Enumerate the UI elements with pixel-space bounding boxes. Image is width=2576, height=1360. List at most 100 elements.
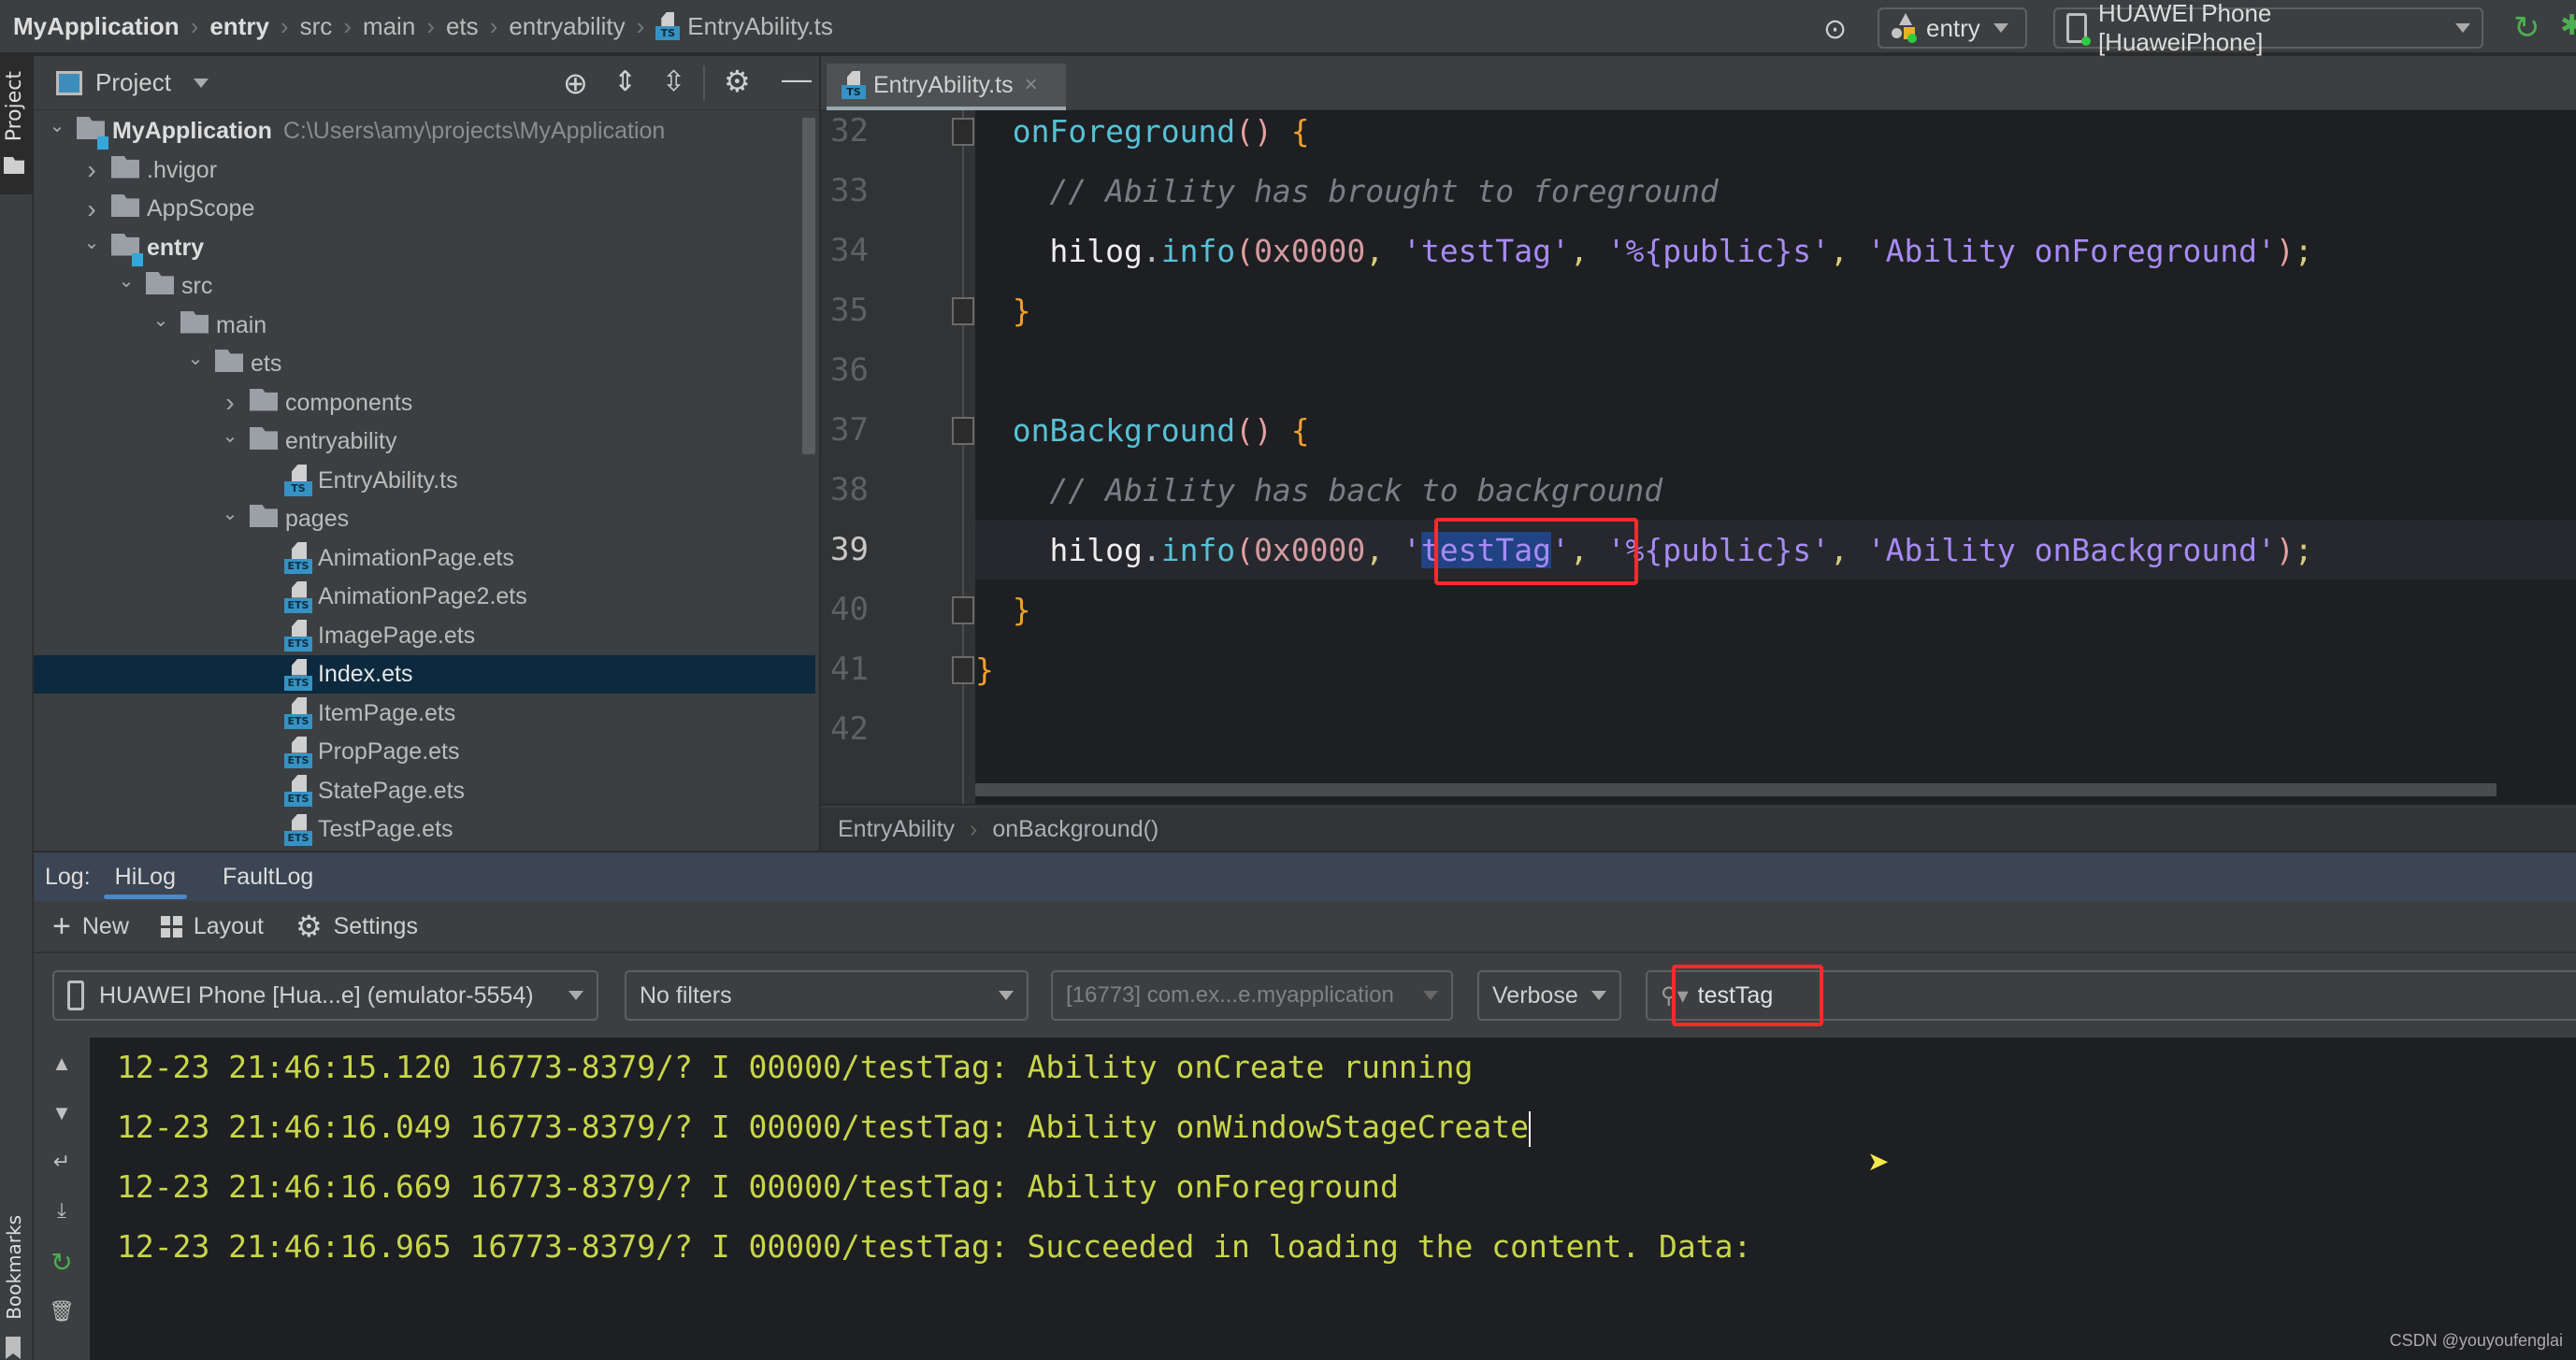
- line-number: 35: [830, 292, 869, 329]
- chevron-down-icon[interactable]: ⌄: [116, 269, 137, 293]
- code-line[interactable]: onBackground() {: [975, 400, 2576, 460]
- log-line[interactable]: 12-23 21:46:16.669 16773-8379/? I 00000/…: [117, 1168, 1399, 1205]
- breadcrumb-label: entryability: [509, 11, 626, 40]
- bookmark-icon[interactable]: [6, 1337, 21, 1359]
- log-line[interactable]: 12-23 21:46:16.965 16773-8379/? I 00000/…: [117, 1228, 1751, 1265]
- tree-item[interactable]: › components: [34, 384, 815, 422]
- module-badge: [97, 136, 108, 150]
- soft-wrap-icon[interactable]: ↵: [49, 1150, 75, 1174]
- tree-item[interactable]: ETS AnimationPage.ets: [34, 539, 815, 578]
- tree-item[interactable]: ⌄ src: [34, 267, 815, 306]
- tree-item[interactable]: ETS ImagePage.ets: [34, 617, 815, 655]
- fold-collapse-icon[interactable]: [952, 118, 974, 146]
- breadcrumb-item[interactable]: ets: [446, 12, 479, 41]
- code-line[interactable]: [975, 340, 2576, 400]
- bookmarks-tool-label[interactable]: Bookmarks: [3, 1215, 25, 1320]
- scroll-down-icon[interactable]: ▼: [49, 1101, 75, 1125]
- restart-icon[interactable]: ↻: [49, 1247, 75, 1278]
- tree-item[interactable]: › .hvigor: [34, 151, 815, 190]
- tree-scrollbar[interactable]: [802, 118, 815, 454]
- device-select[interactable]: HUAWEI Phone [HuaweiPhone]: [2053, 0, 2483, 56]
- tree-item[interactable]: TS EntryAbility.ts: [34, 462, 815, 500]
- log-filter-row: HUAWEI Phone [Hua...e] (emulator-5554) N…: [34, 953, 2576, 1038]
- close-tab-icon[interactable]: ×: [1025, 72, 1038, 98]
- chevron-right-icon[interactable]: ›: [220, 388, 240, 418]
- breadcrumb-item[interactable]: MyApplication: [13, 12, 180, 41]
- breadcrumb-class[interactable]: EntryAbility: [838, 816, 955, 843]
- collapse-all-icon[interactable]: ⇳: [662, 65, 685, 98]
- code-line[interactable]: hilog.info(0x0000, 'testTag', '%{public}…: [975, 221, 2576, 280]
- breadcrumb-item[interactable]: src: [300, 12, 333, 41]
- log-level-select[interactable]: Verbose: [1477, 970, 1621, 1021]
- chevron-down-icon[interactable]: ⌄: [151, 308, 171, 332]
- device-filter-select[interactable]: HUAWEI Phone [Hua...e] (emulator-5554): [52, 970, 598, 1021]
- fold-end-icon[interactable]: [952, 297, 974, 325]
- chevron-down-icon[interactable]: ⌄: [47, 114, 67, 137]
- tree-item[interactable]: ⌄ ets: [34, 345, 815, 383]
- project-tool-button[interactable]: Project: [0, 56, 33, 194]
- editor-horizontal-scrollbar[interactable]: [975, 783, 2497, 796]
- debug-icon[interactable]: ✱: [2560, 9, 2576, 42]
- breadcrumb-item[interactable]: entry: [209, 12, 269, 41]
- breadcrumb-item[interactable]: main: [363, 12, 415, 41]
- code-line[interactable]: // Ability has back to background: [975, 460, 2576, 520]
- fold-end-icon[interactable]: [952, 596, 974, 624]
- trash-icon[interactable]: 🗑: [49, 1299, 75, 1324]
- locate-file-icon[interactable]: ⊕: [563, 65, 588, 101]
- gear-icon[interactable]: ⚙: [724, 64, 751, 99]
- log-search-input[interactable]: ⚲▾ testTag: [1646, 970, 2576, 1021]
- tree-item[interactable]: ⌄ entry: [34, 229, 815, 267]
- tree-item[interactable]: ⌄ pages: [34, 500, 815, 538]
- code-token: testTag: [1420, 531, 1551, 568]
- view-mode-dropdown[interactable]: [193, 78, 209, 88]
- scroll-up-icon[interactable]: ▲: [49, 1052, 75, 1076]
- chevron-down-icon[interactable]: ⌄: [220, 502, 240, 525]
- expand-all-icon[interactable]: ⇕: [613, 65, 637, 98]
- breadcrumb-item[interactable]: TS EntryAbility.ts: [655, 12, 833, 41]
- target-icon[interactable]: ⊙: [1823, 13, 1847, 46]
- tab-hilog[interactable]: HiLog: [103, 852, 188, 901]
- code-line[interactable]: hilog.info(0x0000, 'testTag', '%{public}…: [975, 520, 2576, 580]
- filter-config-select[interactable]: No filters: [625, 970, 1029, 1021]
- log-line[interactable]: 12-23 21:46:16.049 16773-8379/? I 00000/…: [117, 1109, 1531, 1147]
- run-config-select[interactable]: entry: [1878, 7, 2027, 49]
- tree-item[interactable]: ETS PropPage.ets: [34, 733, 815, 771]
- tree-item-label: StatePage.ets: [318, 777, 466, 804]
- new-button[interactable]: + New: [52, 909, 129, 945]
- tree-item[interactable]: ETS Index.ets: [34, 655, 815, 694]
- layout-button[interactable]: Layout: [160, 913, 264, 940]
- tree-item[interactable]: ⌄ entryability: [34, 422, 815, 461]
- tab-faultlog[interactable]: FaultLog: [211, 852, 324, 901]
- chevron-down-icon[interactable]: ⌄: [81, 231, 102, 254]
- breadcrumb-method[interactable]: onBackground(): [992, 816, 1158, 843]
- process-filter-select[interactable]: [16773] com.ex...e.myapplication: [1051, 970, 1453, 1021]
- code-line[interactable]: [975, 699, 2576, 759]
- chevron-down-icon[interactable]: ⌄: [185, 347, 206, 370]
- chevron-right-icon[interactable]: ›: [81, 155, 102, 185]
- settings-button[interactable]: ⚙ Settings: [295, 909, 418, 944]
- code-line[interactable]: }: [975, 580, 2576, 639]
- rerun-icon[interactable]: ↻: [2513, 9, 2540, 47]
- chevron-down-icon[interactable]: ⌄: [220, 424, 240, 448]
- hide-panel-icon[interactable]: —: [782, 62, 812, 96]
- tree-item[interactable]: ⌄ MyApplication C:\Users\amy\projects\MyAp…: [34, 112, 815, 150]
- log-line[interactable]: 12-23 21:46:15.120 16773-8379/? I 00000/…: [117, 1049, 1473, 1085]
- tree-item[interactable]: ETS StatePage.ets: [34, 772, 815, 810]
- tree-item[interactable]: ETS TestPage.ets: [34, 810, 815, 849]
- chevron-right-icon[interactable]: ›: [81, 194, 102, 224]
- breadcrumb-item[interactable]: entryability: [509, 12, 625, 41]
- code-line[interactable]: }: [975, 280, 2576, 340]
- tree-item-label: EntryAbility.ts: [318, 466, 458, 494]
- code-line[interactable]: }: [975, 639, 2576, 699]
- fold-collapse-icon[interactable]: [952, 417, 974, 445]
- tree-item[interactable]: ETS ItemPage.ets: [34, 694, 815, 733]
- code-line[interactable]: onForeground() {: [975, 101, 2576, 161]
- code-line[interactable]: // Ability has brought to foreground: [975, 161, 2576, 221]
- tree-item[interactable]: ⌄ main: [34, 307, 815, 345]
- code-token: ;: [2294, 232, 2313, 269]
- fold-end-icon[interactable]: [952, 656, 974, 684]
- tree-item-label: pages: [285, 506, 350, 532]
- tree-item[interactable]: › AppScope: [34, 190, 815, 228]
- tree-item[interactable]: ETS AnimationPage2.ets: [34, 578, 815, 616]
- scroll-to-end-icon[interactable]: ⤓: [49, 1198, 75, 1223]
